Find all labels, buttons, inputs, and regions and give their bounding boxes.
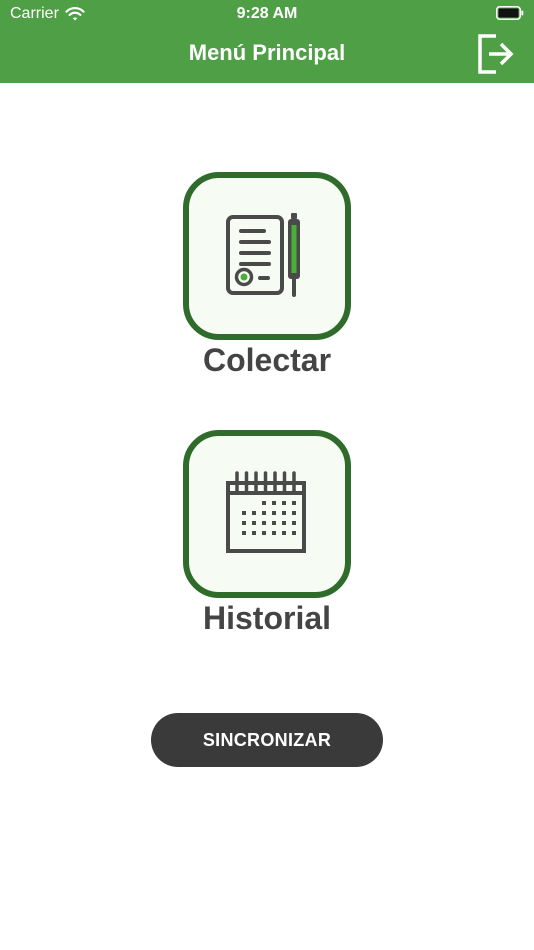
calendar-icon (226, 471, 306, 553)
header-bar: Carrier 9:28 AM Menú Principal (0, 0, 534, 83)
battery-icon (496, 6, 524, 20)
status-time: 9:28 AM (236, 5, 298, 22)
history-button[interactable] (183, 430, 351, 598)
form-pen-icon (226, 213, 300, 297)
collect-button[interactable] (183, 172, 351, 340)
status-bar: Carrier 9:28 AM (0, 0, 534, 28)
logout-button[interactable] (476, 30, 516, 76)
logout-icon (478, 34, 514, 74)
page-title: Menú Principal (188, 40, 346, 65)
history-label: Historial (202, 600, 332, 636)
sync-button-label: SINCRONIZAR (202, 729, 332, 750)
sync-button[interactable]: SINCRONIZAR (151, 713, 383, 767)
collect-label: Colectar (202, 342, 332, 378)
